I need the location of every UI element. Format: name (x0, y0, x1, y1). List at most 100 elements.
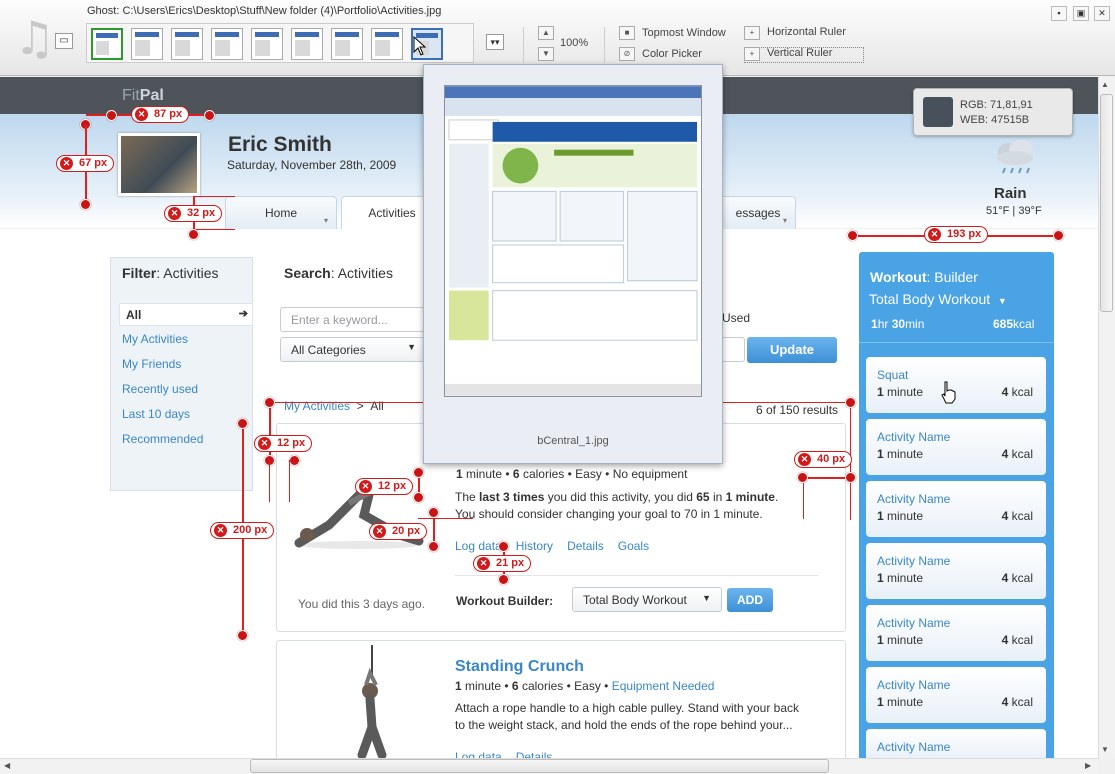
ruler-handle[interactable] (237, 630, 248, 641)
close-icon[interactable]: ✕ (928, 228, 941, 241)
workout-select[interactable]: Total Body Workout ▼ (572, 587, 722, 612)
triangle-down-icon: ▼ (407, 342, 416, 352)
horizontal-scroll-thumb[interactable] (250, 759, 829, 773)
avatar[interactable] (118, 133, 200, 196)
ruler-handle[interactable] (845, 472, 856, 483)
scroll-right-icon[interactable]: ▶ (1085, 761, 1091, 770)
used-select[interactable] (720, 337, 745, 362)
thumbnail-1[interactable] (91, 28, 123, 60)
vertical-ruler-button[interactable]: + (744, 47, 760, 61)
zoom-level: 100% (560, 37, 589, 49)
ruler-handle[interactable] (847, 230, 858, 241)
site-logo[interactable]: FitPal (122, 87, 164, 105)
vertical-scroll-thumb[interactable] (1100, 94, 1113, 312)
filter-item-all[interactable]: All ➔ (119, 303, 253, 326)
double-chevron-down-icon: ▾▾ (490, 37, 500, 47)
scroll-down-icon[interactable]: ▼ (1101, 745, 1109, 754)
horizontal-ruler-button[interactable]: + (744, 26, 760, 40)
no-symbol-icon: ⊘ (623, 49, 631, 58)
close-icon[interactable]: ✕ (373, 525, 386, 538)
filter-item-my-activities[interactable]: My Activities (122, 332, 252, 346)
close-icon[interactable]: ✕ (477, 557, 490, 570)
builder-item[interactable]: Activity Name 1 minute 4 kcal (866, 605, 1046, 661)
thumbnail-3[interactable] (171, 28, 203, 60)
close-icon[interactable]: ✕ (135, 108, 148, 121)
ruler-handle[interactable] (237, 418, 248, 429)
color-picker-toggle[interactable]: ⊘ (619, 47, 635, 61)
ruler-handle[interactable] (204, 110, 215, 121)
log-data-link[interactable]: Log data (455, 539, 502, 553)
close-button[interactable]: ✕ (1094, 6, 1110, 21)
ruler-handle[interactable] (289, 455, 300, 466)
history-link[interactable]: History (516, 539, 553, 553)
open-folder-button[interactable]: ▭ (55, 33, 73, 49)
toolbar-separator (523, 27, 524, 63)
filter-item-recently-used[interactable]: Recently used (122, 382, 252, 396)
update-button[interactable]: Update (747, 337, 837, 363)
ruler-handle[interactable] (264, 397, 275, 408)
expand-strip-button[interactable]: ▾▾ (486, 34, 504, 50)
ruler-line (803, 477, 804, 519)
triangle-down-icon: ▼ (542, 49, 550, 58)
close-icon[interactable]: ✕ (258, 437, 271, 450)
ruler-handle[interactable] (413, 467, 424, 478)
ruler-measure: ✕ 67 px (56, 155, 115, 172)
details-link[interactable]: Details (567, 539, 604, 553)
ruler-handle[interactable] (498, 574, 509, 585)
builder-item[interactable]: Activity Name 1 minute 4 kcal (866, 481, 1046, 537)
maximize-button[interactable]: ▣ (1073, 6, 1089, 21)
thumbnail-2[interactable] (131, 28, 163, 60)
builder-item[interactable]: Activity Name 1 minute 4 kcal (866, 667, 1046, 723)
thumbnail-5[interactable] (251, 28, 283, 60)
scroll-up-icon[interactable]: ▲ (1101, 80, 1109, 89)
zoom-up-button[interactable]: ▲ (538, 26, 554, 40)
builder-item[interactable]: Activity Name 1 minute 4 kcal (866, 419, 1046, 475)
builder-item[interactable]: Activity Name 1 minute 4 kcal (866, 543, 1046, 599)
thumbnail-8[interactable] (371, 28, 403, 60)
current-date: Saturday, November 28th, 2009 (227, 158, 397, 172)
goals-link[interactable]: Goals (618, 539, 649, 553)
ruler-line (269, 402, 431, 403)
ruler-measure: ✕ 193 px (924, 226, 989, 243)
ruler-handle[interactable] (106, 110, 117, 121)
filter-item-my-friends[interactable]: My Friends (122, 357, 252, 371)
minimize-button[interactable]: ▪ (1051, 6, 1067, 21)
add-button[interactable]: ADD (727, 588, 773, 612)
workout-name-select[interactable]: Total Body Workout ▼ (869, 291, 1007, 307)
builder-item[interactable]: Activity Name (866, 729, 1046, 759)
thumbnail-6[interactable] (291, 28, 323, 60)
close-icon[interactable]: ✕ (798, 453, 811, 466)
ruler-handle[interactable] (80, 199, 91, 210)
ruler-handle[interactable] (428, 507, 439, 518)
ruler-handle[interactable] (413, 492, 424, 503)
close-icon[interactable]: ✕ (214, 524, 227, 537)
tab-home[interactable]: Home ▾ (225, 196, 337, 229)
ruler-handle[interactable] (498, 541, 509, 552)
logo-bold-text: Pal (139, 87, 164, 104)
vertical-ruler-label: Vertical Ruler (767, 47, 833, 59)
activity-meta: 1 minute • 6 calories • Easy • No equipm… (456, 467, 688, 481)
zoom-down-button[interactable]: ▼ (538, 47, 554, 61)
filter-item-last-10-days[interactable]: Last 10 days (122, 407, 252, 421)
close-icon[interactable]: ✕ (60, 157, 73, 170)
topmost-toggle[interactable]: ■ (619, 26, 635, 40)
ruler-handle[interactable] (797, 472, 808, 483)
ruler-handle[interactable] (428, 541, 439, 552)
ruler-measure: ✕ 200 px (210, 522, 275, 539)
category-select[interactable]: All Categories ▼ (280, 337, 425, 362)
scroll-left-icon[interactable]: ◀ (4, 761, 10, 770)
ruler-handle[interactable] (1053, 230, 1064, 241)
ruler-handle[interactable] (188, 229, 199, 240)
workout-builder-title: Workout: Builder (870, 269, 978, 285)
activity-title[interactable]: Standing Crunch (455, 658, 584, 676)
thumbnail-4[interactable] (211, 28, 243, 60)
filter-item-recommended[interactable]: Recommended (122, 432, 252, 446)
thumbnail-7[interactable] (331, 28, 363, 60)
equipment-link[interactable]: Equipment Needed (612, 679, 715, 693)
close-icon[interactable]: ✕ (359, 480, 372, 493)
ruler-handle[interactable] (845, 397, 856, 408)
tab-label: Home (264, 206, 297, 220)
keyword-input[interactable]: Enter a keyword... (280, 307, 425, 332)
weather-condition: Rain (994, 185, 1027, 202)
close-icon[interactable]: ✕ (168, 207, 181, 220)
